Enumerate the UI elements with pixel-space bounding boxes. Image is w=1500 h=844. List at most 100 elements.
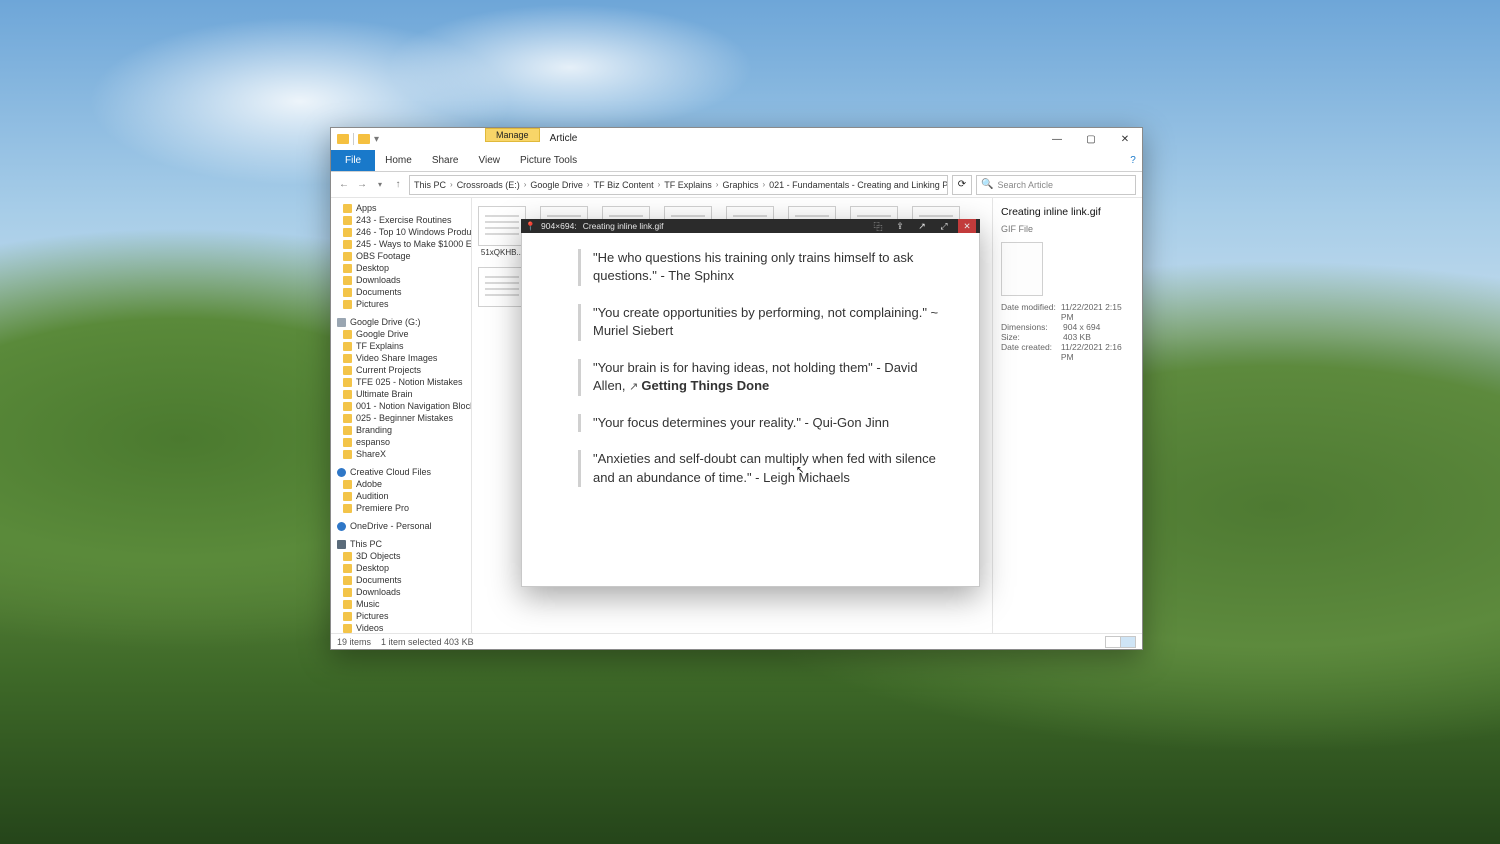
tree-node[interactable]: Pictures <box>331 298 471 310</box>
back-button[interactable]: ← <box>337 179 351 190</box>
inline-page-link[interactable]: Getting Things Done <box>641 378 769 393</box>
tab-home[interactable]: Home <box>375 150 422 171</box>
tree-label: espanso <box>356 437 390 447</box>
search-input[interactable]: 🔍 Search Article <box>976 175 1136 195</box>
pin-icon[interactable]: 📍 <box>525 221 535 232</box>
preview-close-button[interactable]: ✕ <box>958 219 976 233</box>
navigation-tree[interactable]: Apps243 - Exercise Routines246 - Top 10 … <box>331 198 472 633</box>
details-key: Dimensions: <box>1001 322 1059 332</box>
copy-icon[interactable]: ⿻ <box>870 220 886 233</box>
tree-node[interactable]: Current Projects <box>331 364 471 376</box>
tree-node[interactable]: Google Drive <box>331 328 471 340</box>
tree-node[interactable]: Music <box>331 598 471 610</box>
tree-node[interactable]: Documents <box>331 574 471 586</box>
tree-node[interactable]: 246 - Top 10 Windows Productivity Apps <box>331 226 471 238</box>
details-thumbnail <box>1001 242 1043 296</box>
search-placeholder: Search Article <box>997 180 1053 190</box>
breadcrumb-segment[interactable]: Graphics <box>722 180 758 190</box>
tree-node[interactable]: Desktop <box>331 562 471 574</box>
tree-label: Videos <box>356 623 383 633</box>
tree-node[interactable]: Audition <box>331 490 471 502</box>
open-with-icon[interactable]: ⇪ <box>892 221 908 232</box>
tree-node[interactable]: Creative Cloud Files <box>331 466 471 478</box>
minimize-button[interactable]: — <box>1040 128 1074 150</box>
navigation-bar: ← → ▾ ↑ This PC›Crossroads (E:)›Google D… <box>331 172 1142 198</box>
folder-icon <box>343 276 352 285</box>
tree-node[interactable]: 245 - Ways to Make $1000 Extra <box>331 238 471 250</box>
tree-node[interactable]: Video Share Images <box>331 352 471 364</box>
tree-node[interactable]: ShareX <box>331 448 471 460</box>
breadcrumb-segment[interactable]: TF Explains <box>664 180 712 190</box>
folder-icon <box>343 264 352 273</box>
tree-label: 245 - Ways to Make $1000 Extra <box>356 239 471 249</box>
breadcrumb-segment[interactable]: This PC <box>414 180 446 190</box>
tree-node[interactable]: 3D Objects <box>331 550 471 562</box>
tree-node[interactable]: OBS Footage <box>331 250 471 262</box>
details-key: Date modified: <box>1001 302 1057 322</box>
folder-icon <box>343 480 352 489</box>
tree-node[interactable]: TFE 025 - Notion Mistakes <box>331 376 471 388</box>
preview-titlebar[interactable]: 📍 904×694: Creating inline link.gif ⿻ ⇪ … <box>521 219 980 233</box>
tab-share[interactable]: Share <box>422 150 469 171</box>
tree-node[interactable]: Adobe <box>331 478 471 490</box>
tree-node[interactable]: Documents <box>331 286 471 298</box>
tree-node[interactable]: Branding <box>331 424 471 436</box>
tree-node[interactable]: OneDrive - Personal <box>331 520 471 532</box>
view-toggle[interactable] <box>1106 636 1136 648</box>
folder-icon <box>343 216 352 225</box>
chevron-right-icon: › <box>585 180 592 189</box>
drive-icon <box>337 318 346 327</box>
tree-node[interactable]: Ultimate Brain <box>331 388 471 400</box>
folder-icon <box>343 492 352 501</box>
tree-node[interactable]: Downloads <box>331 586 471 598</box>
chevron-right-icon: › <box>760 180 767 189</box>
tree-node[interactable]: 025 - Beginner Mistakes <box>331 412 471 424</box>
chevron-right-icon: › <box>714 180 721 189</box>
breadcrumb-segment[interactable]: 021 - Fundamentals - Creating and Linkin… <box>769 180 948 190</box>
folder-icon <box>343 552 352 561</box>
tree-label: Creative Cloud Files <box>350 467 431 477</box>
refresh-button[interactable]: ⟳ <box>952 175 972 195</box>
up-button[interactable]: ↑ <box>391 179 405 190</box>
breadcrumb-segment[interactable]: Crossroads (E:) <box>457 180 520 190</box>
file-thumbnail[interactable]: 51xQKHB... <box>478 206 526 257</box>
tree-node[interactable]: 243 - Exercise Routines <box>331 214 471 226</box>
chevron-right-icon: › <box>448 180 455 189</box>
tree-node[interactable]: This PC <box>331 538 471 550</box>
tree-node[interactable]: Apps <box>331 202 471 214</box>
tree-node[interactable]: Downloads <box>331 274 471 286</box>
breadcrumb-segment[interactable]: TF Biz Content <box>594 180 654 190</box>
tree-label: OBS Footage <box>356 251 411 261</box>
titlebar[interactable]: ▾ Manage Article — ▢ ✕ <box>331 128 1142 150</box>
close-button[interactable]: ✕ <box>1108 128 1142 150</box>
share-icon[interactable]: ↗ <box>914 221 930 232</box>
address-bar[interactable]: This PC›Crossroads (E:)›Google Drive›TF … <box>409 175 948 195</box>
breadcrumb-segment[interactable]: Google Drive <box>530 180 583 190</box>
details-row: Date created:11/22/2021 2:16 PM <box>1001 342 1134 362</box>
view-thumbnails-icon[interactable] <box>1120 636 1136 648</box>
file-thumbnail[interactable] <box>478 267 526 327</box>
tree-node[interactable]: Pictures <box>331 610 471 622</box>
help-icon[interactable]: ? <box>1124 150 1142 171</box>
tree-node[interactable]: Google Drive (G:) <box>331 316 471 328</box>
view-details-icon[interactable] <box>1105 636 1121 648</box>
fullscreen-icon[interactable]: ⤢ <box>936 221 952 232</box>
tree-node[interactable]: TF Explains <box>331 340 471 352</box>
ribbon-tabs: File Home Share View Picture Tools ? <box>331 150 1142 172</box>
tree-node[interactable]: Premiere Pro <box>331 502 471 514</box>
pc-icon <box>337 540 346 549</box>
tab-view[interactable]: View <box>469 150 511 171</box>
tree-node[interactable]: 001 - Notion Navigation Block <box>331 400 471 412</box>
tab-picture-tools[interactable]: Picture Tools <box>510 150 587 171</box>
manage-tab[interactable]: Manage <box>485 128 540 142</box>
tree-node[interactable]: Desktop <box>331 262 471 274</box>
qat-chevron-icon[interactable]: ▾ <box>374 134 379 145</box>
tree-label: Desktop <box>356 563 389 573</box>
maximize-button[interactable]: ▢ <box>1074 128 1108 150</box>
tab-file[interactable]: File <box>331 150 375 171</box>
recent-locations-button[interactable]: ▾ <box>373 180 387 189</box>
details-key: Date created: <box>1001 342 1057 362</box>
tree-node[interactable]: Videos <box>331 622 471 633</box>
tree-node[interactable]: espanso <box>331 436 471 448</box>
forward-button[interactable]: → <box>355 179 369 190</box>
